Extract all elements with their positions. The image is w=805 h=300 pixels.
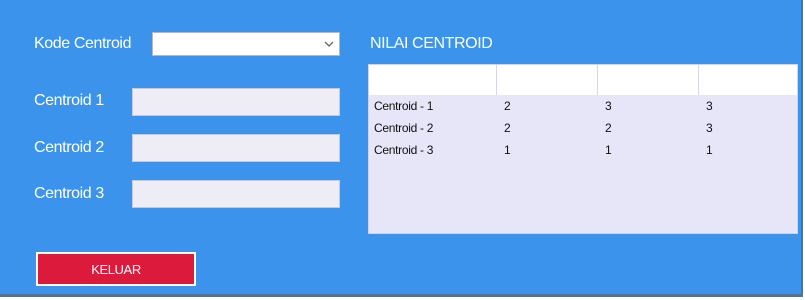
- centroid-grid[interactable]: Centroid - 1 2 3 3 Centroid - 2 2 2 3 Ce…: [368, 64, 798, 234]
- row-name: Centroid - 3: [374, 143, 434, 157]
- centroid1-input[interactable]: [132, 88, 340, 116]
- row-value: 2: [504, 121, 511, 135]
- kode-centroid-select[interactable]: [152, 32, 340, 56]
- row-value: 1: [605, 143, 612, 157]
- grid-header: [369, 65, 797, 95]
- table-row[interactable]: Centroid - 2 2 2 3: [369, 116, 797, 140]
- grid-header-cell[interactable]: [369, 65, 497, 95]
- grid-header-cell[interactable]: [699, 65, 797, 95]
- centroid2-label: Centroid 2: [34, 139, 104, 156]
- nilai-centroid-title: NILAI CENTROID: [370, 35, 493, 52]
- table-row[interactable]: Centroid - 1 2 3 3: [369, 94, 797, 118]
- grid-header-cell[interactable]: [598, 65, 699, 95]
- centroid1-label: Centroid 1: [34, 92, 104, 109]
- row-value: 2: [504, 99, 511, 113]
- table-row[interactable]: Centroid - 3 1 1 1: [369, 138, 797, 162]
- grid-header-cell[interactable]: [497, 65, 598, 95]
- row-name: Centroid - 1: [374, 99, 434, 113]
- centroid3-input[interactable]: [132, 180, 340, 208]
- row-name: Centroid - 2: [374, 121, 434, 135]
- row-value: 1: [504, 143, 511, 157]
- form-window: Kode Centroid Centroid 1 Centroid 2 Cent…: [0, 0, 803, 297]
- kode-centroid-label: Kode Centroid: [34, 35, 132, 52]
- row-value: 2: [605, 121, 612, 135]
- row-value: 3: [706, 99, 713, 113]
- row-value: 3: [706, 121, 713, 135]
- chevron-down-icon[interactable]: [323, 38, 335, 50]
- row-value: 3: [605, 99, 612, 113]
- row-value: 1: [706, 143, 713, 157]
- keluar-button[interactable]: KELUAR: [36, 252, 196, 286]
- centroid2-input[interactable]: [132, 134, 340, 162]
- centroid3-label: Centroid 3: [34, 185, 104, 202]
